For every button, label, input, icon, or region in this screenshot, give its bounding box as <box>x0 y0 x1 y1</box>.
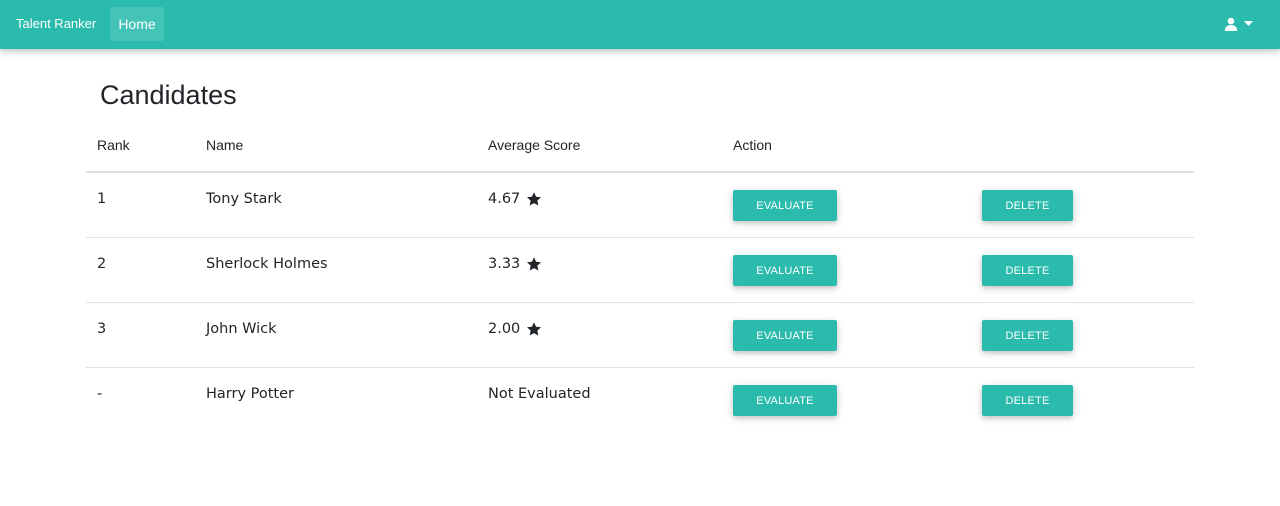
rank-cell: 2 <box>97 256 107 272</box>
score-cell: 2.00 <box>488 321 542 337</box>
star-icon <box>526 256 542 272</box>
evaluate-button[interactable]: EVALUATE <box>733 255 837 286</box>
header-name: Name <box>206 137 244 153</box>
score-cell: 3.33 <box>488 256 542 272</box>
name-cell: Sherlock Holmes <box>206 256 328 272</box>
star-icon <box>526 321 542 337</box>
page-title: Candidates <box>100 80 237 110</box>
delete-button[interactable]: DELETE <box>982 320 1073 351</box>
user-menu-toggle[interactable] <box>1224 15 1258 33</box>
rank-cell: - <box>97 386 103 402</box>
user-icon <box>1224 17 1238 31</box>
evaluate-button[interactable]: EVALUATE <box>733 320 837 351</box>
name-cell: Harry Potter <box>206 386 294 402</box>
table-row: - Harry Potter Not Evaluated EVALUATE DE… <box>86 368 1194 433</box>
header-average-score: Average Score <box>488 137 581 153</box>
caret-down-icon <box>1244 21 1253 27</box>
header-rank: Rank <box>97 137 130 153</box>
table-row: 3 John Wick 2.00 EVALUATE DELETE <box>86 303 1194 368</box>
header-action: Action <box>733 137 772 153</box>
candidates-table: Rank Name Average Score Action 1 Tony St… <box>86 124 1194 433</box>
name-cell: Tony Stark <box>206 191 282 207</box>
rank-cell: 1 <box>97 191 107 207</box>
delete-button[interactable]: DELETE <box>982 385 1073 416</box>
score-value: 2.00 <box>488 321 521 337</box>
evaluate-button[interactable]: EVALUATE <box>733 385 837 416</box>
score-value: 4.67 <box>488 191 521 207</box>
delete-button[interactable]: DELETE <box>982 255 1073 286</box>
navbar: Talent Ranker Home <box>0 0 1280 49</box>
table-row: 2 Sherlock Holmes 3.33 EVALUATE DELETE <box>86 238 1194 303</box>
table-row: 1 Tony Stark 4.67 EVALUATE DELETE <box>86 173 1194 238</box>
name-cell: John Wick <box>206 321 277 337</box>
rank-cell: 3 <box>97 321 107 337</box>
table-body: 1 Tony Stark 4.67 EVALUATE DELETE 2 Sher… <box>86 173 1194 433</box>
table-header: Rank Name Average Score Action <box>86 124 1194 173</box>
score-value: 3.33 <box>488 256 521 272</box>
brand-link[interactable]: Talent Ranker <box>16 16 96 31</box>
score-cell: 4.67 <box>488 191 542 207</box>
evaluate-button[interactable]: EVALUATE <box>733 190 837 221</box>
star-icon <box>526 191 542 207</box>
score-value: Not Evaluated <box>488 386 591 402</box>
score-cell: Not Evaluated <box>488 386 591 402</box>
delete-button[interactable]: DELETE <box>982 190 1073 221</box>
nav-home-link[interactable]: Home <box>110 7 164 41</box>
